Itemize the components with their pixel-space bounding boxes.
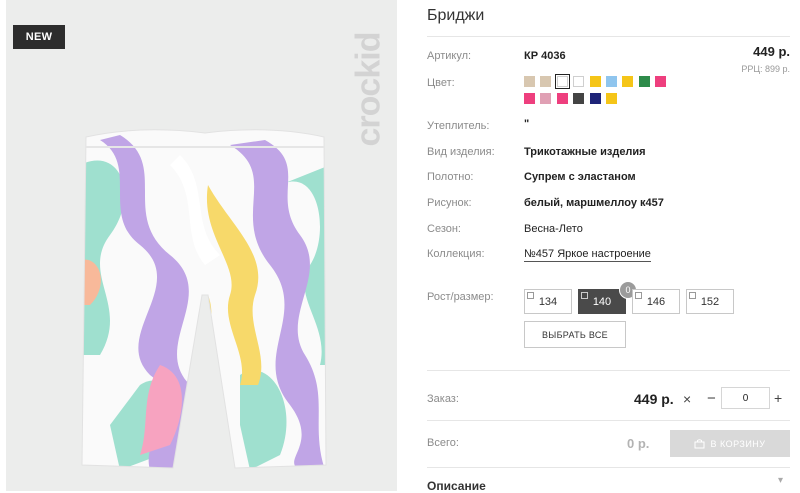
select-all-button[interactable]: ВЫБРАТЬ ВСЕ: [524, 321, 626, 348]
product-photo[interactable]: NEW crockid: [6, 0, 397, 491]
color-swatch[interactable]: [557, 93, 568, 104]
size-option-146[interactable]: 146: [632, 289, 680, 314]
increase-button[interactable]: +: [774, 390, 782, 406]
product-title: Бриджи: [427, 7, 485, 24]
article-label: Артикул:: [427, 50, 472, 62]
color-swatch[interactable]: [622, 76, 633, 87]
pants-image: [81, 129, 327, 469]
divider: [427, 467, 790, 468]
pattern-label: Рисунок:: [427, 197, 472, 209]
size-label: Рост/размер:: [427, 291, 494, 303]
color-swatch-selected[interactable]: [555, 74, 570, 89]
fabric-label: Полотно:: [427, 171, 474, 183]
season-value: Весна-Лето: [524, 223, 583, 235]
divider: [427, 36, 790, 37]
pattern-value: белый, маршмеллоу к457: [524, 197, 664, 209]
size-option-152[interactable]: 152: [686, 289, 734, 314]
quantity-input[interactable]: [721, 387, 770, 409]
color-swatch[interactable]: [639, 76, 650, 87]
color-swatch[interactable]: [655, 76, 666, 87]
size-checkbox-icon: [689, 292, 696, 299]
size-option-134[interactable]: 134: [524, 289, 572, 314]
order-price: 449 р.: [634, 391, 674, 407]
type-value: Трикотажные изделия: [524, 146, 646, 158]
collection-label: Коллекция:: [427, 248, 485, 260]
collection-link[interactable]: №457 Яркое настроение: [524, 248, 651, 262]
article-value: КР 4036: [524, 50, 566, 62]
divider: [427, 420, 790, 421]
fabric-value: Супрем с эластаном: [524, 171, 636, 183]
color-swatch[interactable]: [573, 76, 584, 87]
color-swatch[interactable]: [540, 93, 551, 104]
total-value: 0 р.: [627, 436, 650, 451]
color-swatch[interactable]: [573, 93, 584, 104]
color-swatch[interactable]: [540, 76, 551, 87]
size-checkbox-icon: [527, 292, 534, 299]
insulation-label: Утеплитель:: [427, 120, 490, 132]
divider: [427, 370, 790, 371]
total-label: Всего:: [427, 437, 459, 449]
color-swatch[interactable]: [524, 93, 535, 104]
insulation-value: ": [524, 118, 530, 130]
color-swatch[interactable]: [524, 76, 535, 87]
season-label: Сезон:: [427, 223, 461, 235]
new-badge: NEW: [13, 25, 65, 49]
cart-icon: [694, 438, 705, 448]
size-checkbox-icon: [581, 292, 588, 299]
order-label: Заказ:: [427, 393, 459, 405]
chevron-down-icon[interactable]: ▾: [778, 475, 783, 486]
add-to-cart-button[interactable]: В КОРЗИНУ: [670, 430, 790, 457]
rrc-price: РРЦ: 899 р.: [741, 64, 790, 74]
times-icon: ×: [683, 391, 692, 407]
color-swatch[interactable]: [590, 93, 601, 104]
decrease-button[interactable]: −: [707, 390, 716, 407]
brand-logo: crockid: [349, 32, 388, 147]
product-price: 449 р.: [753, 44, 790, 59]
color-label: Цвет:: [427, 77, 455, 89]
type-label: Вид изделия:: [427, 146, 495, 158]
color-swatch[interactable]: [606, 76, 617, 87]
color-swatch[interactable]: [590, 76, 601, 87]
color-swatch[interactable]: [606, 93, 617, 104]
size-checkbox-icon: [635, 292, 642, 299]
